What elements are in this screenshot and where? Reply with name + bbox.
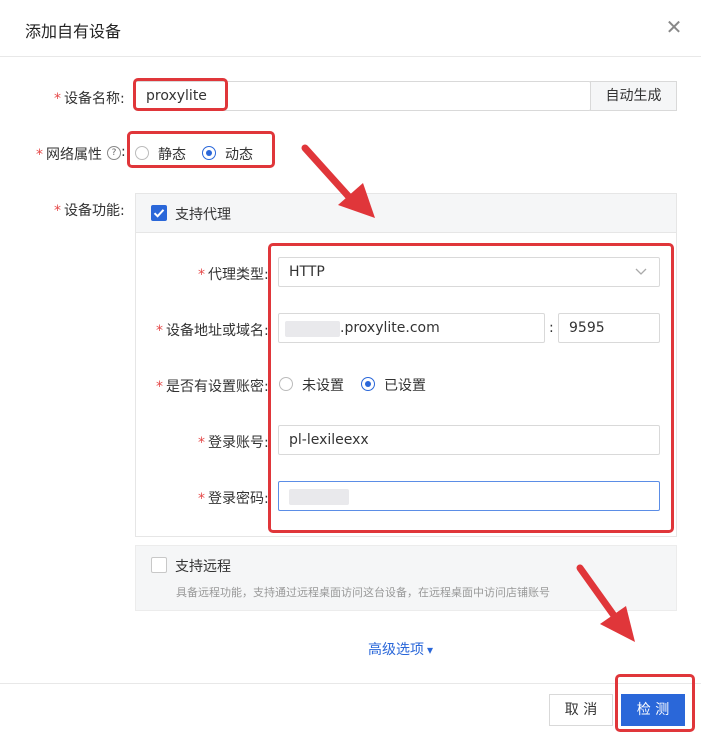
add-device-dialog: 添加自有设备 ✕ * 设备名称: proxylite 自动生成 * 网络属性 ? :… (0, 0, 701, 732)
annotation-arrows (301, 144, 635, 642)
arrow-down-right-icon (301, 144, 375, 218)
arrow-down-icon (576, 564, 635, 642)
